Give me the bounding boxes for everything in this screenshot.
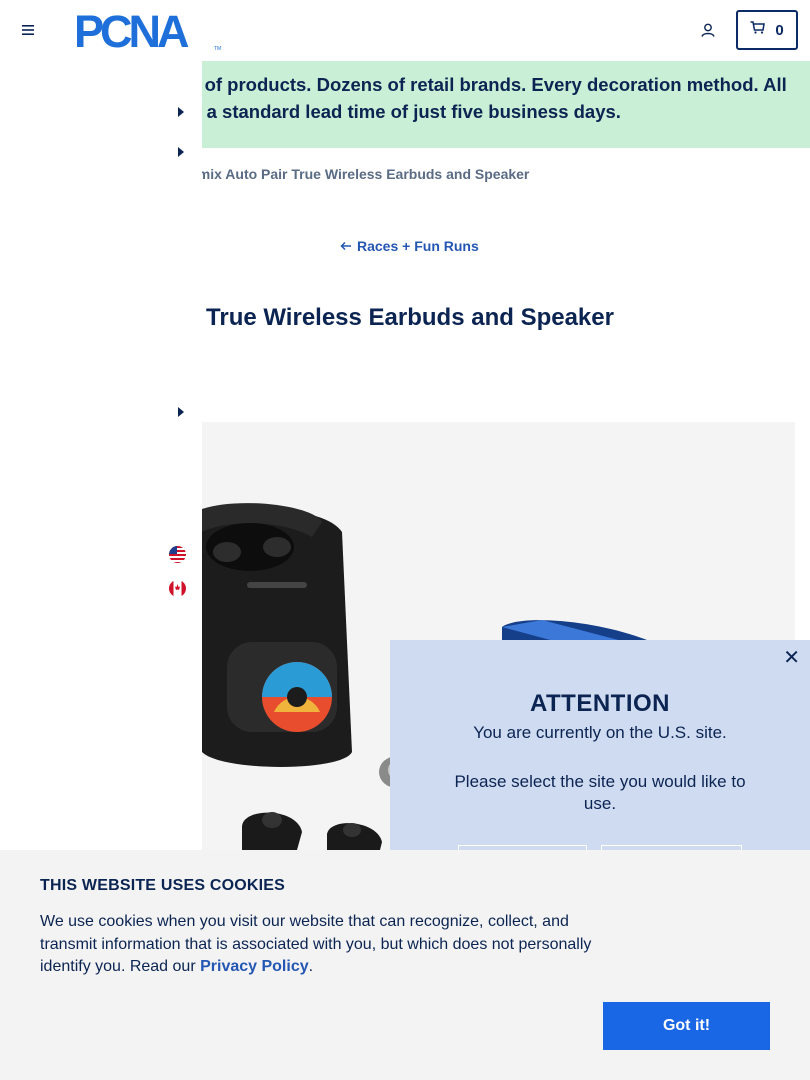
- privacy-policy-link[interactable]: Privacy Policy: [200, 958, 309, 975]
- site-header: PCNA TM 0: [0, 0, 810, 61]
- us-flag-icon[interactable]: [169, 546, 186, 563]
- cookie-message: We use cookies when you visit our websit…: [40, 911, 600, 979]
- modal-select-site-text: Please select the site you would like to…: [454, 772, 746, 813]
- accept-cookies-button[interactable]: Got it!: [603, 1002, 770, 1050]
- side-menu-rail: [0, 61, 202, 850]
- promo-line-2: th a standard lead time of just five bus…: [202, 101, 621, 122]
- cart-button[interactable]: 0: [736, 10, 798, 50]
- back-to-category-link[interactable]: Races + Fun Runs: [340, 238, 479, 254]
- close-icon[interactable]: ✕: [783, 648, 800, 668]
- arrow-left-icon: [340, 238, 352, 254]
- svg-text:TM: TM: [214, 46, 221, 52]
- hamburger-menu-icon[interactable]: [18, 20, 38, 40]
- promo-banner: ls of products. Dozens of retail brands.…: [202, 61, 810, 148]
- caret-right-icon[interactable]: [176, 146, 186, 158]
- promo-line-1: ls of products. Dozens of retail brands.…: [202, 74, 787, 95]
- cart-icon: [750, 21, 766, 39]
- pcna-logo[interactable]: PCNA TM: [74, 6, 226, 57]
- breadcrumb[interactable]: emix Auto Pair True Wireless Earbuds and…: [190, 166, 529, 182]
- canada-flag-icon[interactable]: [169, 580, 186, 597]
- cart-count: 0: [775, 21, 784, 39]
- modal-current-site-text: You are currently on the U.S. site.: [473, 723, 727, 742]
- caret-right-icon[interactable]: [176, 406, 186, 418]
- cookie-message-text: We use cookies when you visit our websit…: [40, 913, 592, 975]
- account-icon[interactable]: [697, 19, 719, 41]
- caret-right-icon[interactable]: [176, 106, 186, 118]
- modal-title: ATTENTION: [529, 690, 671, 717]
- speaker-case-illustration: [202, 503, 352, 767]
- site-selection-modal: ✕ ATTENTION You are currently on the U.S…: [390, 640, 810, 875]
- cookie-consent-bar: THIS WEBSITE USES COOKIES We use cookies…: [0, 850, 810, 1080]
- cookie-message-end: .: [308, 958, 314, 975]
- cookie-title: THIS WEBSITE USES COOKIES: [40, 877, 286, 894]
- logo-text: PCNA: [74, 8, 189, 54]
- back-link-label: Races + Fun Runs: [357, 238, 479, 254]
